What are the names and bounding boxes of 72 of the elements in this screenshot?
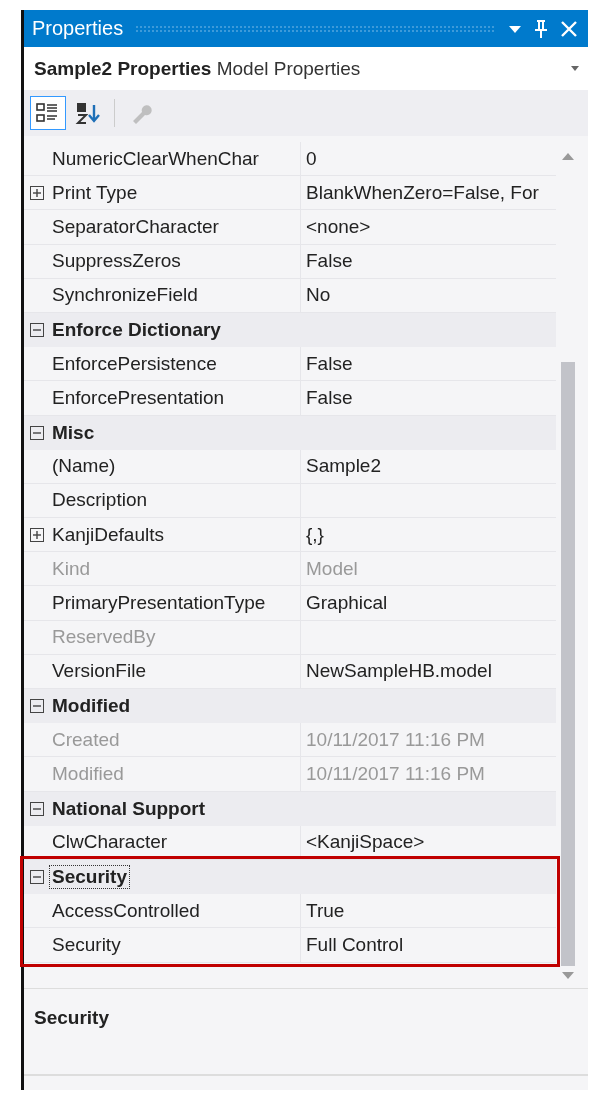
property-name[interactable]: KanjiDefaults [52, 523, 164, 546]
category-label[interactable]: Modified [49, 694, 134, 719]
property-row[interactable]: Description [24, 483, 556, 519]
property-row[interactable]: Print Type BlankWhenZero=False, For [24, 176, 556, 211]
category-row[interactable]: Security [24, 859, 556, 895]
property-row[interactable]: NumericClearWhenChar 0 [24, 142, 556, 177]
property-row[interactable]: SynchronizeField No [24, 278, 556, 313]
property-name[interactable]: SuppressZeros [52, 250, 181, 273]
collapse-icon[interactable] [29, 425, 44, 440]
sort-icon [75, 101, 101, 125]
collapse-icon[interactable] [29, 801, 44, 816]
property-row[interactable]: VersionFile NewSampleHB.model [24, 654, 556, 689]
pin-icon[interactable] [534, 18, 548, 39]
scroll-down-icon[interactable] [561, 972, 575, 980]
property-value[interactable]: {,} [306, 523, 324, 546]
property-value[interactable]: False [306, 250, 353, 273]
property-row[interactable]: SeparatorCharacter <none> [24, 210, 556, 245]
property-value[interactable]: False [306, 386, 353, 409]
property-row[interactable]: AccessControlled True [24, 894, 556, 929]
property-value[interactable]: <KanjiSpace> [306, 831, 425, 854]
property-name[interactable]: SeparatorCharacter [52, 215, 219, 238]
property-name[interactable]: Description [52, 489, 148, 512]
object-selector[interactable]: Sample2 Properties Model Properties [24, 47, 588, 90]
caret-icon [570, 65, 580, 72]
property-value[interactable]: Full Control [306, 933, 404, 956]
property-name[interactable]: NumericClearWhenChar [52, 147, 259, 170]
property-name[interactable]: VersionFile [52, 660, 146, 683]
property-row[interactable]: PrimaryPresentationType Graphical [24, 586, 556, 621]
property-row[interactable]: Security Full Control [24, 928, 556, 963]
property-row[interactable]: EnforcePersistence False [24, 347, 556, 382]
property-name[interactable]: Print Type [52, 181, 138, 204]
property-row[interactable]: SuppressZeros False [24, 244, 556, 279]
collapse-icon[interactable] [29, 323, 44, 338]
property-row[interactable]: EnforcePresentation False [24, 381, 556, 416]
property-name[interactable]: (Name) [52, 455, 116, 478]
property-name[interactable]: EnforcePersistence [52, 352, 217, 375]
property-name[interactable]: PrimaryPresentationType [52, 592, 266, 615]
scroll-thumb[interactable] [561, 362, 575, 966]
scroll-up-icon[interactable] [561, 152, 575, 160]
expand-icon[interactable] [29, 527, 44, 542]
property-value[interactable]: False [306, 352, 353, 375]
collapse-icon[interactable] [29, 870, 44, 885]
property-name[interactable]: AccessControlled [52, 899, 200, 922]
property-name[interactable]: SynchronizeField [52, 284, 198, 307]
category-row[interactable]: Modified [24, 689, 556, 724]
property-value[interactable]: Sample2 [306, 455, 381, 478]
category-label[interactable]: Security [49, 865, 130, 890]
category-label[interactable]: Misc [49, 420, 98, 445]
property-row[interactable]: KanjiDefaults {,} [24, 518, 556, 553]
categorized-button[interactable] [30, 96, 66, 130]
description-title: Security [34, 1007, 109, 1028]
property-value[interactable]: Graphical [306, 592, 388, 615]
window-title: Properties [32, 17, 124, 40]
property-value[interactable]: No [306, 284, 331, 307]
property-value[interactable]: True [306, 899, 345, 922]
property-name[interactable]: EnforcePresentation [52, 386, 225, 409]
expand-icon[interactable] [29, 185, 44, 200]
close-icon[interactable] [560, 19, 578, 38]
property-value[interactable]: <none> [306, 215, 371, 238]
property-value[interactable]: NewSampleHB.model [306, 660, 492, 683]
property-value[interactable]: BlankWhenZero=False, For [306, 181, 539, 204]
property-name[interactable]: Security [52, 933, 121, 956]
property-row[interactable]: (Name) Sample2 [24, 449, 556, 484]
category-label[interactable]: Enforce Dictionary [49, 318, 224, 343]
property-value[interactable]: 0 [306, 147, 317, 170]
dropdown-icon[interactable] [508, 23, 522, 34]
collapse-icon[interactable] [29, 699, 44, 714]
category-row[interactable]: Enforce Dictionary [24, 312, 556, 348]
category-label[interactable]: National Support [49, 796, 209, 821]
category-row[interactable]: National Support [24, 791, 556, 826]
property-name[interactable]: ClwCharacter [52, 831, 168, 854]
category-row[interactable]: Misc [24, 415, 556, 450]
